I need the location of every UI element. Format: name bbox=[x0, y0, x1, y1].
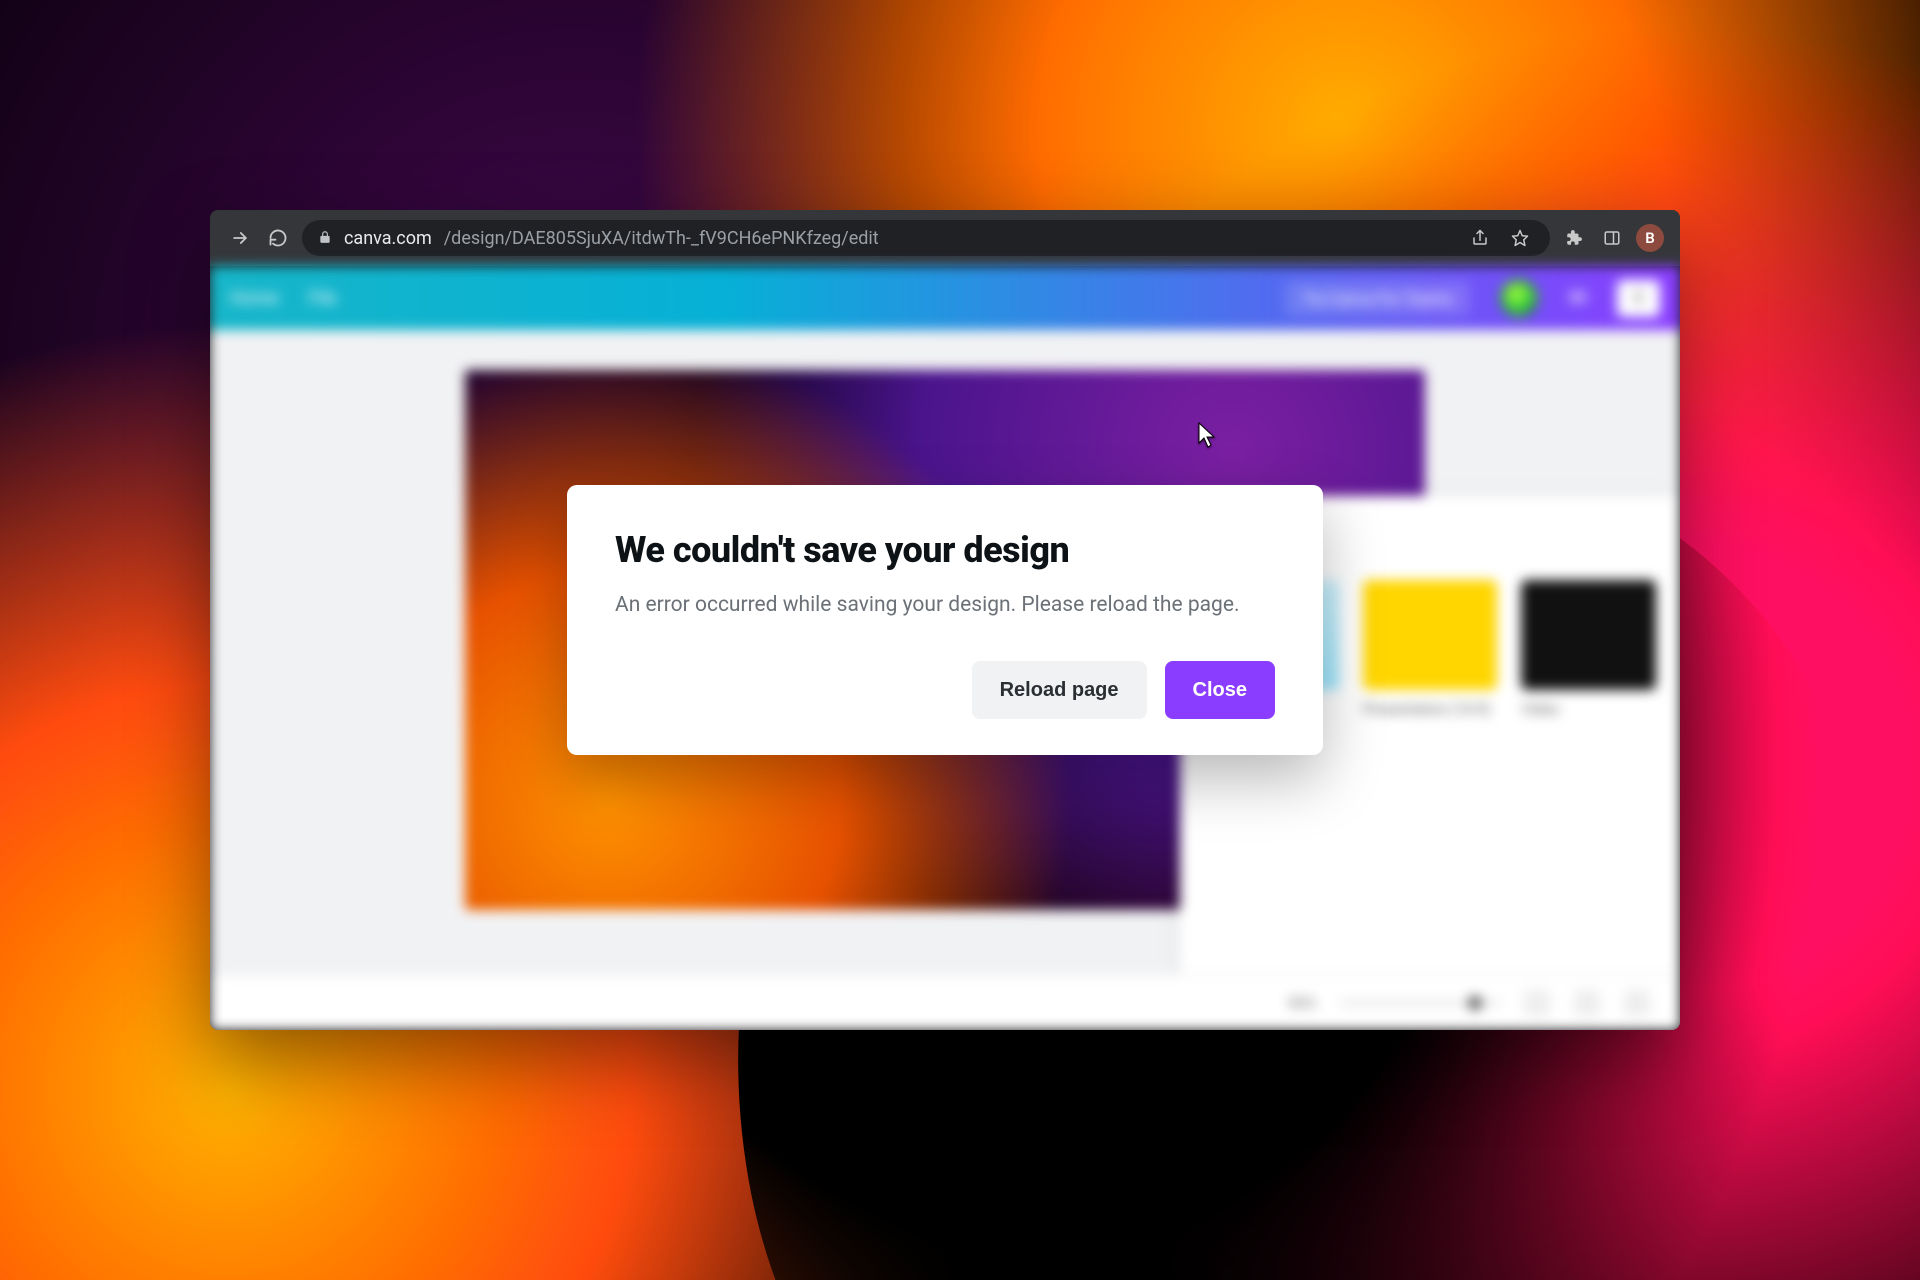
share-icon[interactable] bbox=[1466, 224, 1494, 252]
modal-actions: Reload page Close bbox=[615, 661, 1275, 719]
menu-home[interactable]: Home bbox=[230, 288, 278, 309]
template-thumb bbox=[1521, 580, 1656, 690]
try-teams-button[interactable]: Try Canva For Teams bbox=[1285, 281, 1470, 316]
star-icon[interactable] bbox=[1506, 224, 1534, 252]
reload-page-button[interactable]: Reload page bbox=[972, 661, 1147, 719]
user-avatar[interactable] bbox=[1500, 279, 1538, 317]
browser-window: canva.com/design/DAE805SjuXA/itdwTh-_fV9… bbox=[210, 210, 1680, 1030]
comments-icon[interactable]: ✉ bbox=[1568, 286, 1586, 311]
zoom-value: 92% bbox=[1288, 994, 1316, 1012]
share-button[interactable]: ⇪ bbox=[1617, 280, 1660, 317]
close-button[interactable]: Close bbox=[1165, 661, 1275, 719]
modal-body: An error occurred while saving your desi… bbox=[615, 593, 1275, 617]
browser-chrome: canva.com/design/DAE805SjuXA/itdwTh-_fV9… bbox=[210, 210, 1680, 266]
menu-file[interactable]: File bbox=[308, 288, 336, 309]
help-icon[interactable] bbox=[1624, 990, 1650, 1016]
zoom-slider[interactable] bbox=[1340, 1001, 1500, 1005]
error-modal: We couldn't save your design An error oc… bbox=[567, 485, 1323, 755]
canva-topbar: Home File Try Canva For Teams ✉ ⇪ bbox=[210, 266, 1680, 330]
forward-icon[interactable] bbox=[226, 224, 254, 252]
reload-icon[interactable] bbox=[264, 224, 292, 252]
canva-bottombar: 92% bbox=[210, 974, 1680, 1030]
panel-icon[interactable] bbox=[1598, 224, 1626, 252]
url-path: /design/DAE805SjuXA/itdwTh-_fV9CH6ePNKfz… bbox=[444, 228, 879, 249]
template-card[interactable]: Video bbox=[1521, 580, 1656, 718]
pages-icon[interactable] bbox=[1524, 990, 1550, 1016]
lock-icon bbox=[318, 228, 332, 249]
profile-avatar[interactable]: B bbox=[1636, 224, 1664, 252]
template-label: Video bbox=[1521, 700, 1656, 718]
url-host: canva.com bbox=[344, 228, 432, 249]
profile-initial: B bbox=[1645, 229, 1655, 247]
template-thumb bbox=[1363, 580, 1498, 690]
template-label: Presentation (16:9) bbox=[1363, 700, 1498, 718]
modal-title: We couldn't save your design bbox=[615, 529, 1275, 571]
fullscreen-icon[interactable] bbox=[1574, 990, 1600, 1016]
template-card[interactable]: Presentation (16:9) bbox=[1363, 580, 1498, 718]
extensions-icon[interactable] bbox=[1560, 224, 1588, 252]
address-bar[interactable]: canva.com/design/DAE805SjuXA/itdwTh-_fV9… bbox=[302, 220, 1550, 256]
